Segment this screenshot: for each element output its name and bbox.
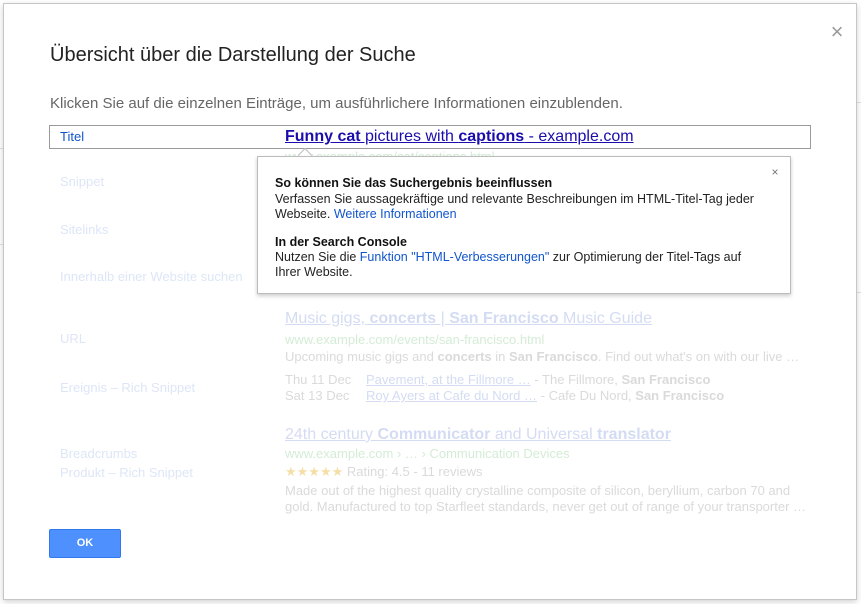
popover-text: Nutzen Sie die Funktion "HTML-Verbesseru…	[275, 250, 765, 280]
label-sitelinks[interactable]: Sitelinks	[60, 222, 108, 237]
result1-title-part: captions	[458, 128, 525, 145]
background-line	[857, 292, 861, 293]
dialog-subtitle: Klicken Sie auf die einzelnen Einträge, …	[50, 95, 623, 112]
event-item[interactable]: Pavement, at the Fillmore … - The Fillmo…	[366, 372, 710, 387]
label-url[interactable]: URL	[60, 331, 86, 346]
result3-snippet-line2: gold. Manufactured to top Starfleet stan…	[285, 499, 807, 514]
event-date: Thu 11 Dec	[285, 372, 352, 387]
label-site-search[interactable]: Innerhalb einer Website suchen	[60, 269, 243, 284]
ok-button[interactable]: OK	[49, 529, 121, 558]
event-date: Sat 13 Dec	[285, 388, 350, 403]
popover-heading: In der Search Console	[275, 235, 407, 249]
result3-title-part: translator	[597, 426, 671, 443]
result2-url: www.example.com/events/san-francisco.htm…	[285, 332, 545, 347]
event-item[interactable]: Roy Ayers at Cafe du Nord … - Cafe Du No…	[366, 388, 724, 403]
rating-text: Rating: 4.5 - 11 reviews	[343, 464, 483, 479]
search-appearance-dialog: × Übersicht über die Darstellung der Suc…	[3, 3, 857, 600]
result2-snippet-part: Upcoming music gigs and	[285, 349, 438, 364]
result3-breadcrumb-url: www.example.com › … › Communication Devi…	[285, 446, 570, 461]
result2-title[interactable]: Music gigs, concerts | San Francisco Mus…	[285, 310, 652, 328]
popover-text: Verfassen Sie aussagekräftige und releva…	[275, 192, 765, 222]
popover-close-icon[interactable]: ×	[767, 164, 783, 180]
html-improvements-link[interactable]: Funktion "HTML-Verbesserungen"	[360, 250, 550, 264]
result2-title-part: Music gigs,	[285, 310, 370, 327]
result2-snippet-part: San Francisco	[509, 349, 598, 364]
result1-title-part: - example.com	[524, 128, 634, 145]
event-venue: - The Fillmore,	[530, 372, 622, 387]
result3-title-part: 24th century	[285, 426, 378, 443]
event-link[interactable]: Pavement, at the Fillmore …	[366, 372, 531, 387]
title-info-popover: × So können Sie das Suchergebnis beeinfl…	[257, 156, 791, 294]
result2-snippet: Upcoming music gigs and concerts in San …	[285, 349, 799, 364]
result3-rating: ★★★★★ Rating: 4.5 - 11 reviews	[285, 464, 483, 480]
event-link[interactable]: Roy Ayers at Cafe du Nord …	[366, 388, 537, 403]
result1-title[interactable]: Funny cat pictures with captions - examp…	[285, 128, 634, 146]
rating-stars-icon: ★★★★★	[285, 464, 344, 479]
result2-snippet-part: . Find out what's on with our live …	[597, 349, 800, 364]
result1-title-part: Funny cat	[285, 128, 361, 145]
result2-title-part: Music Guide	[558, 310, 652, 327]
label-event-rich-snippet[interactable]: Ereignis – Rich Snippet	[60, 380, 195, 395]
result3-snippet-line1: Made out of the highest quality crystall…	[285, 483, 791, 498]
popover-text-part: Nutzen Sie die	[275, 250, 360, 264]
label-titel[interactable]: Titel	[60, 129, 84, 144]
label-product-rich-snippet[interactable]: Produkt – Rich Snippet	[60, 465, 193, 480]
result1-title-part: pictures with	[360, 128, 459, 145]
learn-more-link[interactable]: Weitere Informationen	[334, 207, 457, 221]
background-line	[857, 102, 861, 103]
result3-title-part: and Universal	[490, 426, 598, 443]
result2-snippet-part: concerts	[437, 349, 492, 364]
result2-title-part: |	[436, 310, 450, 327]
label-breadcrumbs[interactable]: Breadcrumbs	[60, 446, 137, 461]
dialog-title: Übersicht über die Darstellung der Suche	[50, 44, 416, 66]
event-city: San Francisco	[635, 388, 725, 403]
label-snippet[interactable]: Snippet	[60, 174, 104, 189]
result3-title-part: Communicator	[377, 426, 491, 443]
result2-title-part: San Francisco	[449, 310, 559, 327]
close-icon[interactable]: ×	[822, 17, 852, 47]
popover-heading: So können Sie das Suchergebnis beeinflus…	[275, 176, 553, 190]
result2-snippet-part: in	[491, 349, 510, 364]
event-city: San Francisco	[621, 372, 711, 387]
result3-title[interactable]: 24th century Communicator and Universal …	[285, 426, 671, 444]
event-venue: - Cafe Du Nord,	[537, 388, 636, 403]
result2-title-part: concerts	[369, 310, 437, 327]
